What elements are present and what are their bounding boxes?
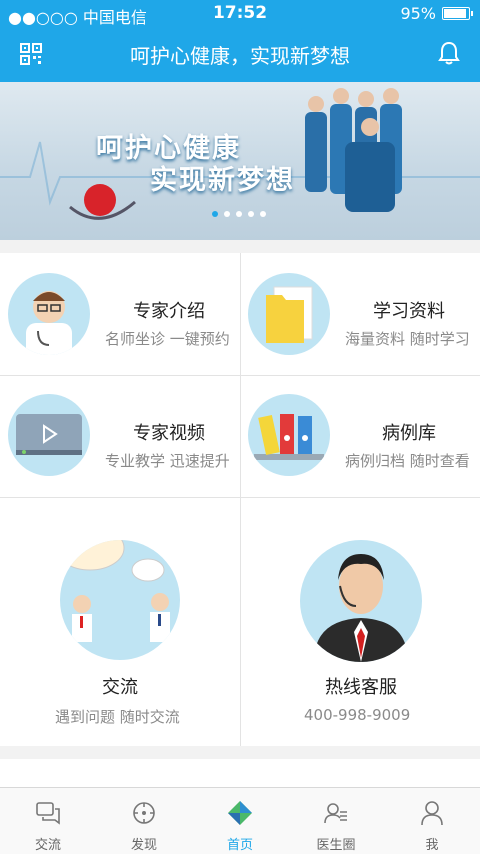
bell-icon[interactable] bbox=[438, 41, 460, 65]
doctors-group-image bbox=[305, 88, 402, 212]
tab-discover[interactable]: 发现 bbox=[96, 788, 192, 854]
binders-icon bbox=[248, 394, 330, 476]
tab-label: 医生圈 bbox=[316, 838, 356, 853]
carousel-dot[interactable] bbox=[248, 211, 254, 217]
folder-icon bbox=[248, 273, 330, 355]
card-expert-intro[interactable]: 专家介绍 名师坐诊 一键预约 bbox=[0, 253, 239, 375]
card-expert-video[interactable]: 专家视频 专业教学 迅速提升 bbox=[0, 376, 239, 497]
carousel-dot[interactable] bbox=[260, 211, 266, 217]
card-title: 专家视频 bbox=[133, 423, 205, 444]
card-subtitle: 病例归档 随时查看 bbox=[345, 452, 470, 470]
doctor-icon bbox=[8, 273, 90, 355]
card-title: 学习资料 bbox=[373, 301, 445, 322]
chat-people-icon bbox=[60, 540, 180, 660]
battery-percent: 95% bbox=[400, 4, 436, 23]
tab-label: 交流 bbox=[34, 838, 61, 853]
card-hotline[interactable]: 热线客服 400-998-9009 bbox=[241, 498, 480, 746]
card-title: 热线客服 bbox=[325, 677, 397, 698]
card-subtitle: 遇到问题 随时交流 bbox=[55, 708, 180, 726]
tab-label: 发现 bbox=[130, 838, 157, 853]
home-diamond-icon bbox=[228, 801, 252, 825]
card-title: 交流 bbox=[102, 677, 138, 698]
tab-label: 我 bbox=[425, 838, 439, 853]
tab-bar: 交流 发现 首页 医生圈 我 bbox=[0, 787, 480, 854]
content-strip bbox=[0, 759, 480, 787]
banner-line2: 实现新梦想 bbox=[150, 165, 295, 196]
headset-agent-icon bbox=[300, 540, 422, 662]
card-title: 专家介绍 bbox=[133, 301, 205, 322]
video-icon bbox=[8, 394, 90, 476]
card-subtitle: 海量资料 随时学习 bbox=[345, 330, 470, 348]
person-icon bbox=[421, 801, 443, 826]
heart-icon bbox=[84, 184, 116, 216]
card-subtitle: 名师坐诊 一键预约 bbox=[105, 330, 230, 348]
section-gap bbox=[0, 746, 480, 759]
card-case-library[interactable]: 病例库 病例归档 随时查看 bbox=[241, 376, 480, 497]
compass-icon bbox=[133, 802, 155, 824]
carousel-dot[interactable] bbox=[224, 211, 230, 217]
tab-home[interactable]: 首页 bbox=[192, 788, 288, 854]
battery-icon bbox=[442, 7, 473, 20]
status-bar: ●●○○○ 中国电信 17:52 95% bbox=[0, 0, 480, 27]
page-title: 呵护心健康，实现新梦想 bbox=[130, 44, 350, 68]
carousel-dot[interactable] bbox=[212, 211, 218, 217]
doctor-circle-icon bbox=[324, 803, 347, 824]
card-study-materials[interactable]: 学习资料 海量资料 随时学习 bbox=[241, 253, 480, 375]
tab-communication[interactable]: 交流 bbox=[0, 788, 96, 854]
chat-icon bbox=[36, 802, 60, 825]
tab-me[interactable]: 我 bbox=[384, 788, 480, 854]
hotline-number[interactable]: 400-998-9009 bbox=[304, 706, 410, 724]
nav-bar: 呵护心健康，实现新梦想 bbox=[0, 27, 480, 82]
card-communication[interactable]: 交流 遇到问题 随时交流 bbox=[0, 498, 239, 746]
card-title: 病例库 bbox=[382, 423, 436, 444]
status-right: 95% bbox=[400, 4, 473, 23]
carousel-dots[interactable] bbox=[212, 211, 266, 217]
tab-label: 首页 bbox=[226, 838, 253, 853]
carousel-dot[interactable] bbox=[236, 211, 242, 217]
tab-doctor-circle[interactable]: 医生圈 bbox=[288, 788, 384, 854]
card-subtitle: 专业教学 迅速提升 bbox=[105, 452, 230, 470]
